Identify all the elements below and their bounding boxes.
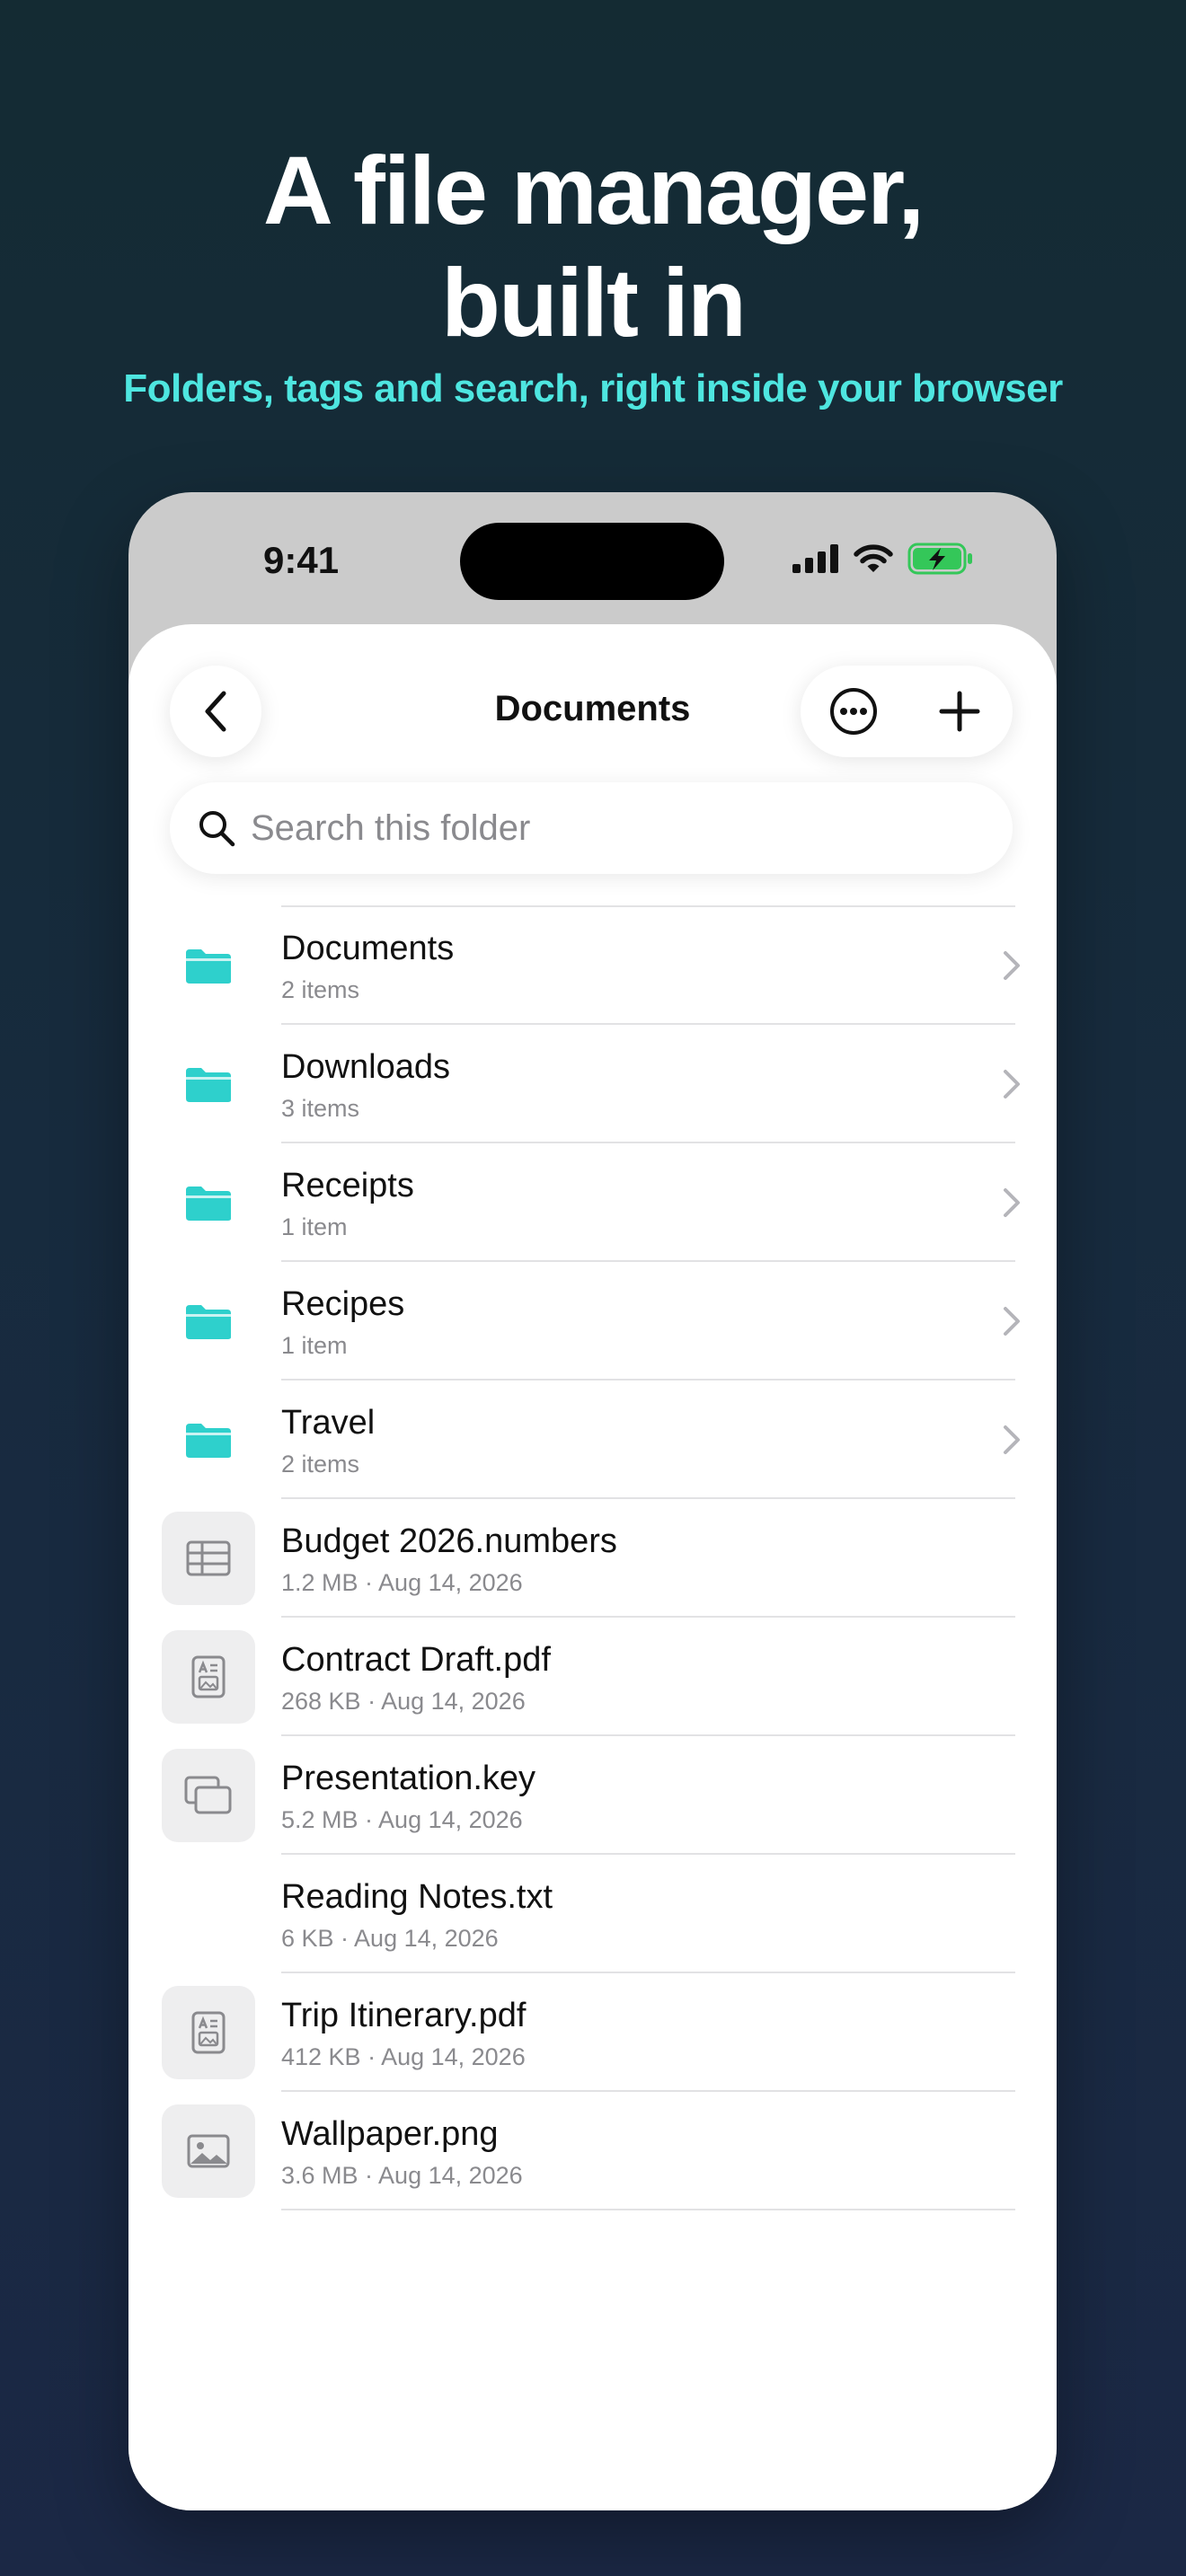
presentation-icon [162, 1749, 255, 1842]
search-bar[interactable] [170, 782, 1013, 874]
item-name: Budget 2026.numbers [281, 1522, 617, 1560]
folder-row[interactable]: Downloads 3 items [128, 1025, 1057, 1143]
battery-charging-icon [907, 543, 972, 575]
item-name: Wallpaper.png [281, 2115, 499, 2153]
item-name: Contract Draft.pdf [281, 1641, 551, 1679]
item-meta: 5.2 MB · Aug 14, 2026 [281, 1806, 523, 1833]
more-button[interactable] [827, 684, 881, 738]
chevron-right-icon [1004, 1188, 1020, 1217]
item-meta: 3.6 MB · Aug 14, 2026 [281, 2162, 523, 2189]
item-meta: 1 item [281, 1332, 348, 1359]
spreadsheet-icon [162, 1512, 255, 1605]
folder-icon [162, 1037, 255, 1131]
folder-row[interactable]: Recipes 1 item [128, 1262, 1057, 1381]
folder-sheet: Documents Search this folder Documents 2… [128, 624, 1057, 2510]
file-row[interactable]: Presentation.key 5.2 MB · Aug 14, 2026 [128, 1736, 1057, 1855]
item-name: Documents [281, 930, 455, 967]
ellipsis-circle-icon [830, 688, 877, 735]
cellular-signal-icon [792, 544, 838, 573]
file-row[interactable]: Contract Draft.pdf 268 KB · Aug 14, 2026 [128, 1618, 1057, 1736]
item-meta: 2 items [281, 976, 360, 1003]
item-name: Presentation.key [281, 1760, 536, 1797]
folder-icon [162, 1156, 255, 1249]
document-icon [162, 1986, 255, 2079]
item-name: Downloads [281, 1048, 450, 1086]
nav-actions [801, 666, 1013, 757]
item-name: Reading Notes.txt [281, 1878, 553, 1916]
add-button[interactable] [933, 684, 987, 738]
folder-row[interactable]: Documents 2 items [128, 906, 1057, 1025]
item-meta: 412 KB · Aug 14, 2026 [281, 2043, 526, 2070]
status-icons [792, 543, 974, 575]
file-row[interactable]: Reading Notes.txt 6 KB · Aug 14, 2026 [128, 1855, 1057, 1973]
item-name: Recipes [281, 1285, 405, 1323]
item-meta: 268 KB · Aug 14, 2026 [281, 1688, 526, 1715]
folder-icon [162, 919, 255, 1012]
chevron-right-icon [1004, 1070, 1020, 1098]
item-name: Receipts [281, 1167, 414, 1204]
item-meta: 6 KB · Aug 14, 2026 [281, 1925, 499, 1952]
promo-headline-line-1: A file manager, [262, 136, 925, 244]
file-row[interactable]: Budget 2026.numbers 1.2 MB · Aug 14, 2026 [128, 1499, 1057, 1618]
item-meta: 3 items [281, 1095, 360, 1122]
file-row[interactable]: Wallpaper.png 3.6 MB · Aug 14, 2026 [128, 2092, 1057, 2210]
item-name: Travel [281, 1404, 376, 1442]
promo-subhead: Folders, tags and search, right inside y… [123, 366, 1063, 410]
folder-row[interactable]: Travel 2 items [128, 1381, 1057, 1499]
item-meta: 1 item [281, 1213, 348, 1240]
promo-headline-line-2: built in [441, 248, 747, 357]
item-name: Trip Itinerary.pdf [281, 1997, 527, 2034]
file-row[interactable]: Trip Itinerary.pdf 412 KB · Aug 14, 2026 [128, 1973, 1057, 2092]
folder-icon [162, 1275, 255, 1368]
search-icon [197, 808, 236, 848]
wifi-icon [854, 544, 893, 572]
chevron-right-icon [1004, 1307, 1020, 1336]
list-divider [281, 2209, 1015, 2210]
search-input[interactable] [249, 807, 989, 850]
plus-icon [939, 691, 980, 732]
item-list: Documents 2 items Downloads 3 items Receipts… [128, 905, 1057, 2210]
status-time: 9:41 [263, 539, 340, 581]
folder-row[interactable]: Receipts 1 item [128, 1143, 1057, 1262]
folder-icon [162, 1393, 255, 1486]
chevron-right-icon [1004, 951, 1020, 980]
image-icon [162, 2104, 255, 2198]
document-icon [162, 1630, 255, 1724]
item-meta: 1.2 MB · Aug 14, 2026 [281, 1569, 523, 1596]
chevron-right-icon [1004, 1425, 1020, 1454]
phone-frame: 9:41 Documents Search this folder Docume… [128, 492, 1057, 2510]
dynamic-island [460, 523, 724, 600]
item-meta: 2 items [281, 1451, 360, 1478]
